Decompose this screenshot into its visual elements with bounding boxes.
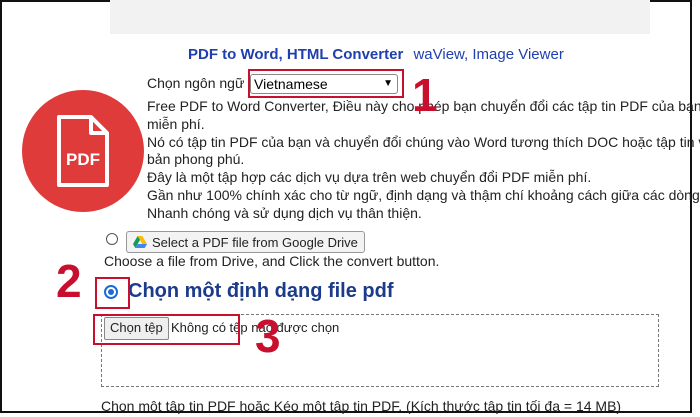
drive-radio[interactable]	[106, 233, 118, 245]
upload-heading: Chọn một định dạng file pdf	[128, 280, 394, 302]
annotation-number-2: 2	[56, 255, 82, 307]
description-line: Đây là một tập hợp các dịch vụ dựa trên …	[147, 169, 592, 186]
language-label: Chọn ngôn ngữ	[147, 75, 245, 91]
google-drive-icon	[133, 236, 147, 248]
google-drive-button-label: Select a PDF file from Google Drive	[152, 234, 358, 250]
highlight-choose-file	[93, 314, 240, 345]
description-line: Nhanh chóng và sử dụng dịch vụ thân thiệ…	[147, 204, 422, 221]
description-line: bản phong phú.	[147, 151, 245, 168]
top-nav: PDF to Word, HTML Converter waView, Imag…	[188, 46, 564, 63]
highlight-pdf-radio	[95, 277, 130, 309]
annotation-number-1: 1	[412, 69, 438, 121]
nav-brand-link[interactable]: PDF to Word, HTML Converter	[188, 46, 403, 63]
pdf-logo-text: PDF	[66, 150, 100, 169]
pdf-logo: PDF	[22, 90, 144, 212]
annotation-number-3: 3	[255, 310, 281, 362]
google-drive-button[interactable]: Select a PDF file from Google Drive	[126, 231, 365, 253]
top-banner	[110, 0, 650, 34]
nav-other-links[interactable]: waView, Image Viewer	[413, 46, 563, 63]
highlight-language-select	[248, 69, 404, 98]
description-line: Gần như 100% chính xác cho từ ngữ, định …	[147, 186, 700, 203]
pdf-file-icon: PDF	[57, 115, 109, 187]
description-line: Nó có tập tin PDF của bạn và chuyển đổi …	[147, 133, 700, 150]
upload-note: Chọn một tập tin PDF hoặc Kéo một tập ti…	[101, 398, 622, 414]
drive-hint: Choose a file from Drive, and Click the …	[104, 253, 440, 269]
